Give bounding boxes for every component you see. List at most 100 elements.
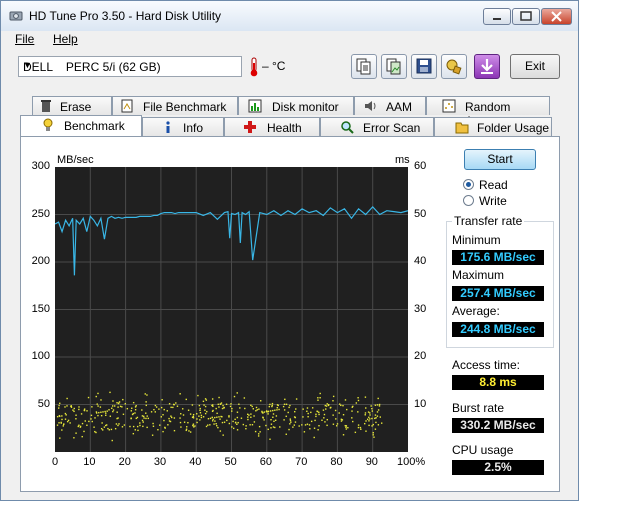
y-right-tick-label: 60 (414, 160, 427, 172)
exit-button[interactable]: Exit (510, 54, 560, 79)
save-button[interactable] (411, 54, 437, 79)
access-time-point (145, 412, 147, 414)
access-time-point (226, 419, 228, 422)
access-time-point (267, 428, 269, 431)
menu-help[interactable]: Help (53, 32, 78, 46)
access-time-point (191, 404, 194, 406)
access-time-point (301, 424, 303, 426)
access-time-point (326, 418, 328, 421)
access-time-point (368, 416, 370, 419)
access-time-point (204, 405, 207, 408)
access-time-point (121, 426, 124, 428)
access-time-point (58, 404, 60, 407)
access-time-point (131, 407, 133, 409)
access-time-point (145, 401, 147, 403)
close-button[interactable] (541, 8, 572, 25)
random-access-icon (442, 99, 456, 113)
tab-health[interactable]: Health (224, 117, 320, 136)
chevron-down-icon: ▼ (23, 60, 32, 70)
access-time-point (234, 421, 237, 424)
read-radio[interactable] (463, 179, 474, 190)
access-time-point (79, 425, 82, 428)
access-time-point (269, 438, 271, 440)
access-time-point (257, 433, 260, 435)
access-time-point (115, 423, 118, 425)
menu-file[interactable]: File (15, 32, 34, 46)
tab-aam[interactable]: AAM (354, 96, 426, 115)
access-time-point (152, 425, 155, 427)
burst-rate-label: Burst rate (452, 401, 505, 415)
access-time-point (225, 403, 228, 405)
thermometer-icon (250, 57, 258, 77)
access-time-point (216, 425, 218, 427)
access-time-point (231, 407, 233, 410)
access-time-point (295, 398, 298, 400)
tab-error-scan[interactable]: Error Scan (320, 117, 434, 136)
access-time-point (369, 414, 371, 416)
access-time-point (250, 413, 252, 415)
access-time-point (152, 422, 154, 425)
access-time-point (237, 421, 239, 424)
access-time-point (288, 428, 290, 431)
access-time-point (334, 409, 337, 412)
tab-info[interactable]: Info (142, 117, 224, 136)
tab-erase[interactable]: Erase (32, 96, 112, 115)
title-bar[interactable]: HD Tune Pro 3.50 - Hard Disk Utility (1, 1, 578, 31)
access-time-point (176, 405, 179, 407)
tab-disk-monitor-label: Disk monitor (272, 100, 339, 114)
access-time-point (141, 415, 144, 417)
access-time-point (326, 424, 328, 427)
tab-benchmark[interactable]: Benchmark (20, 115, 142, 136)
copy-image-button[interactable] (381, 54, 407, 79)
maximum-label: Maximum (452, 268, 505, 282)
tab-folder-usage[interactable]: Folder Usage (434, 117, 552, 136)
access-time-point (61, 429, 63, 431)
tab-random-access[interactable]: Random Access (426, 96, 550, 128)
access-time-point (73, 410, 75, 413)
access-time-point (287, 411, 289, 414)
access-time-point (293, 416, 296, 418)
drive-select[interactable]: DELL PERC 5/i (62 GB) ▼ (18, 56, 242, 77)
access-time-point (166, 410, 168, 412)
minimize-button[interactable] (483, 8, 511, 25)
access-time-point (202, 400, 205, 403)
tab-disk-monitor[interactable]: Disk monitor (238, 96, 354, 115)
access-time-point (207, 424, 209, 426)
access-time-point (111, 405, 114, 407)
access-time-point (377, 397, 379, 400)
access-time-point (294, 421, 297, 423)
access-time-point (78, 424, 80, 426)
access-time-point (182, 414, 185, 416)
access-time-point (342, 404, 344, 407)
access-time-point (306, 410, 308, 413)
x-tick-label: 20 (118, 456, 131, 468)
access-time-point (345, 428, 348, 430)
copy-text-button[interactable] (351, 54, 377, 79)
y-left-tick-label: 100 (31, 350, 50, 362)
write-radio[interactable] (463, 195, 474, 206)
access-time-point (232, 420, 234, 423)
access-time-point (321, 419, 323, 421)
access-time-point (236, 392, 238, 394)
access-time-point (289, 419, 292, 422)
access-time-point (118, 401, 121, 403)
access-time-point (276, 404, 279, 406)
tab-health-label: Health (267, 121, 302, 135)
access-time-point (64, 418, 67, 420)
access-time-point (146, 394, 148, 396)
access-time-point (61, 418, 63, 421)
start-button[interactable]: Start (464, 149, 536, 170)
access-time-point (246, 413, 249, 415)
options-button[interactable] (441, 54, 467, 79)
health-cross-icon (244, 121, 256, 133)
tab-file-benchmark[interactable]: File Benchmark (112, 96, 238, 115)
access-time-point (209, 424, 211, 426)
access-time-point (272, 413, 275, 415)
maximize-button[interactable] (512, 8, 540, 25)
access-time-point (142, 421, 144, 423)
access-time-point (247, 418, 249, 421)
access-time-point (219, 430, 222, 432)
access-time-point (374, 428, 377, 430)
download-button[interactable] (474, 54, 500, 79)
access-time-point (65, 414, 67, 416)
